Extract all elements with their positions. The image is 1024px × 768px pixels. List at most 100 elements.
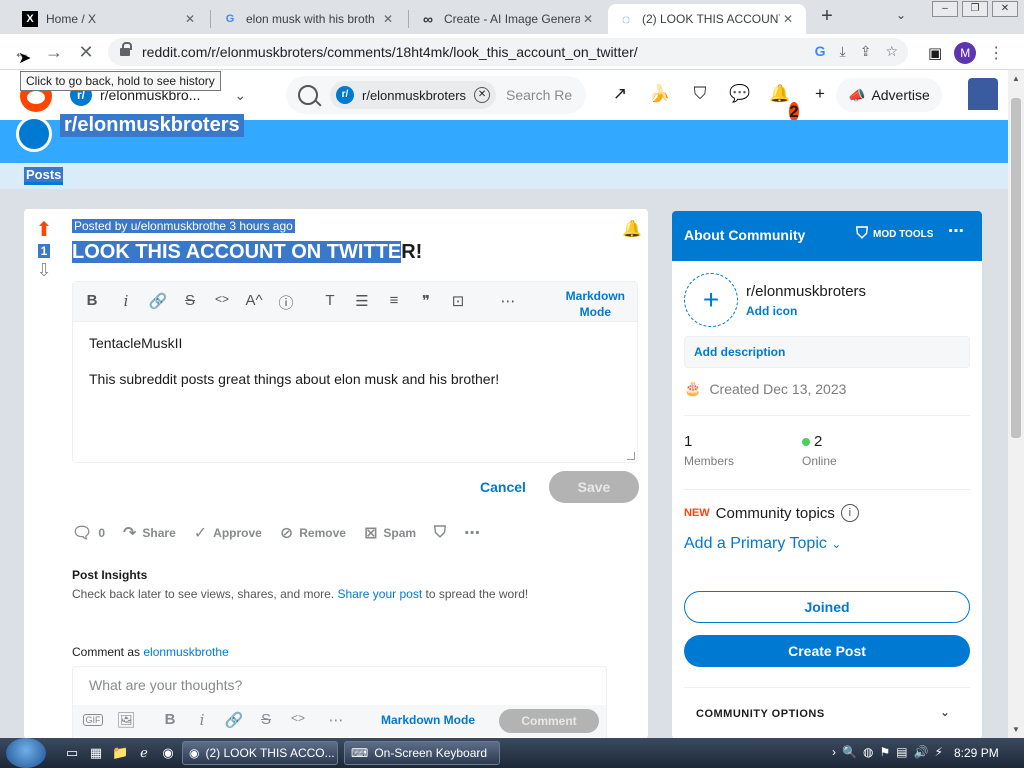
mod-tools-button[interactable]: ⛉ MOD TOOLS — [856, 225, 933, 243]
image-icon[interactable]: 🖼 — [115, 711, 137, 729]
switch-windows-icon[interactable]: ▦ — [88, 745, 104, 761]
forward-arrow-icon[interactable]: → — [44, 42, 64, 62]
maximize-button[interactable]: ❐ — [962, 1, 988, 17]
network-tray-icon[interactable]: ▤ — [896, 745, 907, 759]
tab-home-x[interactable]: X Home / X ✕ — [12, 4, 208, 34]
page-scrollbar[interactable]: ▲ ▼ — [1008, 70, 1024, 738]
start-button[interactable] — [6, 738, 46, 768]
close-window-button[interactable]: ✕ — [992, 1, 1018, 17]
more-options-icon[interactable]: ⋯ — [325, 711, 347, 729]
comment-submit-button[interactable]: Comment — [499, 709, 599, 733]
editor-content[interactable]: TentacleMuskII This subreddit posts grea… — [89, 334, 499, 406]
minimize-button[interactable]: – — [932, 1, 958, 17]
tab-google-search[interactable]: G elon musk with his broth ✕ — [212, 4, 406, 34]
mod-shield-button[interactable]: ⛉ — [434, 524, 446, 542]
tab-close-icon[interactable]: ✕ — [182, 12, 198, 26]
link-icon[interactable]: 🔗 — [223, 711, 245, 729]
markdown-mode-button[interactable]: Markdown Mode — [566, 288, 625, 320]
comment-input[interactable]: What are your thoughts? — [89, 677, 242, 693]
mod-shield-icon[interactable]: ⛉ — [688, 82, 712, 106]
tray-expand-icon[interactable]: › — [832, 745, 836, 759]
internet-explorer-icon[interactable]: ℯ — [136, 745, 152, 761]
info-icon[interactable]: i — [840, 504, 859, 522]
tab-close-icon[interactable]: ✕ — [780, 12, 796, 26]
search-input[interactable]: Search Re — [506, 87, 572, 103]
comment-box[interactable]: What are your thoughts? GIF 🖼 B i 🔗 S <>… — [72, 666, 607, 746]
more-options-icon[interactable]: ⋯ — [497, 292, 519, 310]
tab-ai-image[interactable]: ∞ Create - AI Image Genera ✕ — [410, 4, 606, 34]
inline-code-icon[interactable]: <> — [211, 292, 233, 306]
strikethrough-icon[interactable]: S — [179, 292, 201, 309]
code-block-icon[interactable]: ⊡ — [447, 292, 469, 310]
add-icon-link[interactable]: Add icon — [746, 304, 866, 318]
cancel-button[interactable]: Cancel — [480, 479, 526, 495]
add-primary-topic-button[interactable]: Add a Primary Topic ⌄ — [684, 535, 841, 553]
more-actions-button[interactable]: ⋯ — [464, 523, 480, 543]
post-author-link[interactable]: u/elonmuskbrothe — [131, 219, 226, 233]
follow-post-bell-icon[interactable]: 🔔 — [622, 219, 642, 239]
save-button[interactable]: Save — [549, 471, 639, 503]
approve-button[interactable]: ✓ Approve — [194, 523, 262, 543]
flag-tray-icon[interactable]: ⚑ — [879, 745, 890, 759]
spam-button[interactable]: ⊠ Spam — [364, 523, 416, 543]
coins-icon[interactable]: 🍌 — [648, 82, 672, 106]
italic-icon[interactable]: i — [191, 711, 213, 729]
explorer-folder-icon[interactable]: 📁 — [112, 745, 128, 761]
search-tray-icon[interactable]: 🔍 — [842, 745, 857, 759]
add-description-button[interactable]: Add description — [684, 336, 970, 368]
scroll-down-icon[interactable]: ▼ — [1012, 725, 1020, 734]
notification-bell-icon[interactable]: 🔔2 — [768, 82, 799, 121]
install-app-icon[interactable]: ⤓ — [840, 43, 846, 60]
chrome-menu-icon[interactable]: ⋮ — [988, 43, 1004, 63]
chevron-down-icon[interactable]: ⌄ — [940, 705, 950, 719]
new-tab-button[interactable]: + — [816, 6, 838, 28]
resize-handle[interactable] — [627, 452, 635, 460]
address-bar[interactable]: reddit.com/r/elonmuskbroters/comments/18… — [108, 38, 908, 66]
profile-avatar[interactable]: M — [954, 42, 977, 64]
share-icon[interactable]: ⇪ — [860, 43, 872, 60]
quote-block-icon[interactable]: ❞ — [415, 292, 437, 310]
popular-icon[interactable]: ↗ — [608, 82, 632, 106]
create-plus-icon[interactable]: + — [808, 82, 832, 106]
tab-search-chevron-icon[interactable]: ⌄ — [896, 8, 906, 22]
remove-button[interactable]: ⊘ Remove — [280, 523, 346, 543]
scrollbar-thumb[interactable] — [1011, 98, 1021, 438]
add-icon-plus-icon[interactable]: + — [684, 273, 738, 327]
strikethrough-icon[interactable]: S — [255, 711, 277, 728]
link-icon[interactable]: 🔗 — [147, 292, 169, 310]
post-body-editor[interactable]: B i 🔗 S <> A^ ⓘ T ☰ ≡ ❞ ⊡ ⋯ Markdown Mode… — [72, 281, 638, 463]
app-tray-icon[interactable]: ◍ — [863, 745, 873, 759]
power-icon[interactable]: ⚡ — [935, 745, 943, 759]
tab-posts[interactable]: Posts — [24, 167, 64, 185]
scroll-up-icon[interactable]: ▲ — [1012, 74, 1020, 83]
bold-icon[interactable]: B — [81, 292, 103, 309]
chrome-icon[interactable]: ◉ — [160, 745, 176, 761]
numbered-list-icon[interactable]: ≡ — [383, 292, 405, 309]
tab-close-icon[interactable]: ✕ — [380, 12, 396, 26]
comment-user-link[interactable]: elonmuskbrothe — [143, 645, 228, 659]
comments-button[interactable]: 🗨 0 — [72, 523, 105, 543]
advertise-button[interactable]: 📣 Advertise — [836, 78, 942, 112]
create-post-button[interactable]: Create Post — [684, 635, 970, 667]
share-button[interactable]: ↷ Share — [123, 523, 176, 543]
community-options-label[interactable]: COMMUNITY OPTIONS — [696, 708, 825, 720]
joined-button[interactable]: Joined — [684, 591, 970, 623]
bulleted-list-icon[interactable]: ☰ — [351, 292, 373, 310]
taskbar-clock[interactable]: 8:29 PM — [954, 746, 999, 760]
bookmark-star-icon[interactable]: ☆ — [885, 43, 898, 60]
side-panel-icon[interactable]: ▣ — [928, 44, 942, 62]
bold-icon[interactable]: B — [159, 711, 181, 728]
clear-chip-icon[interactable]: ✕ — [474, 87, 491, 103]
taskbar-chrome-window[interactable]: ◉ (2) LOOK THIS ACCO... — [182, 741, 338, 765]
chat-icon[interactable]: 💬 — [728, 82, 752, 106]
volume-icon[interactable]: 🔊 — [914, 745, 929, 759]
show-desktop-icon[interactable]: ▭ — [64, 745, 80, 761]
gif-icon[interactable]: GIF — [83, 714, 103, 726]
taskbar-keyboard-window[interactable]: ⌨ On-Screen Keyboard — [344, 741, 500, 765]
stop-loading-icon[interactable]: ✕ — [76, 42, 96, 62]
tab-close-icon[interactable]: ✕ — [580, 12, 596, 26]
downvote-arrow-icon[interactable]: ⇩ — [24, 260, 64, 281]
url-text[interactable]: reddit.com/r/elonmuskbroters/comments/18… — [142, 44, 638, 60]
spoiler-icon[interactable]: ⓘ — [275, 292, 297, 313]
search-bar[interactable]: r/ r/elonmuskbroters ✕ Search Re — [286, 76, 586, 114]
